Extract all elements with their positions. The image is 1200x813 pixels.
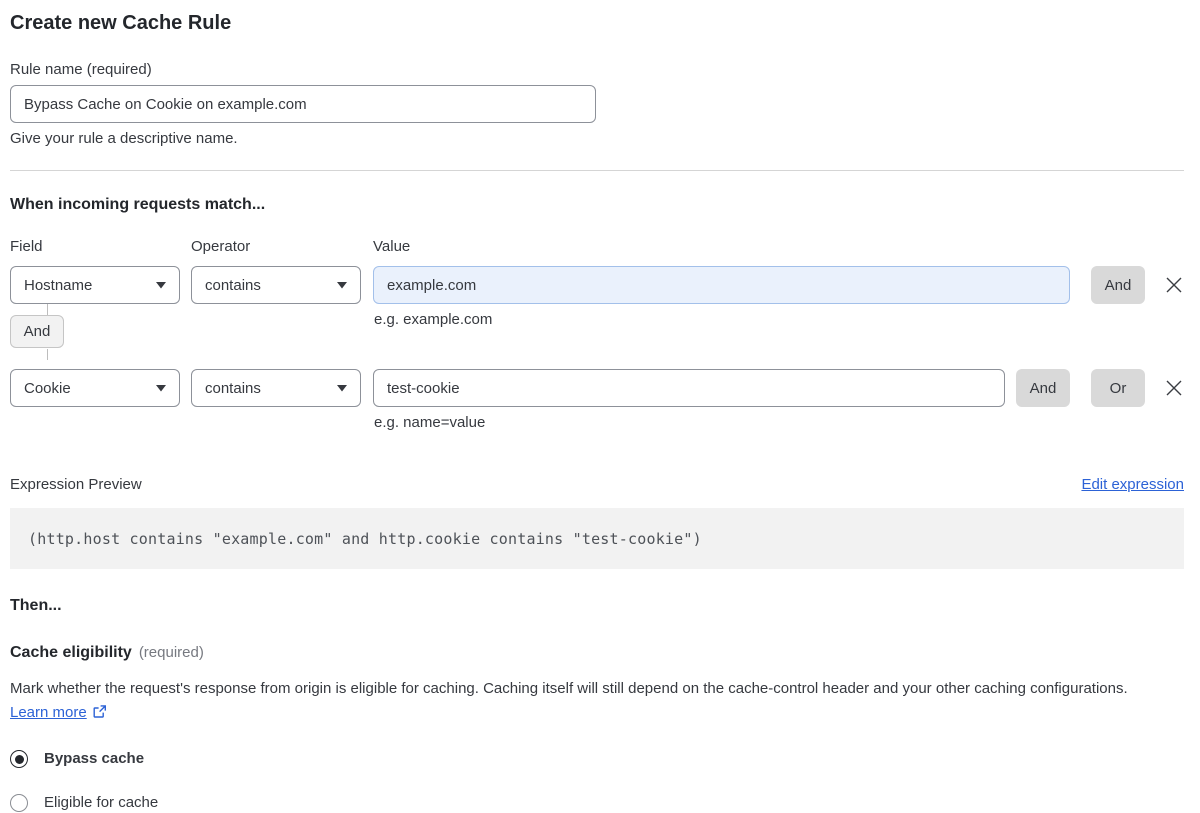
match-heading: When incoming requests match... [10, 196, 266, 213]
operator-select-value: contains [205, 379, 261, 397]
required-note: (required) [138, 644, 204, 661]
column-label-field: Field [10, 238, 43, 255]
chevron-down-icon [156, 384, 166, 391]
and-button[interactable]: And [1091, 266, 1145, 304]
rule-name-label: Rule name (required) [10, 61, 152, 78]
cache-eligibility-description-text: Mark whether the request's response from… [10, 680, 1128, 697]
value-hint: e.g. example.com [374, 311, 493, 328]
page-title: Create new Cache Rule [10, 12, 232, 34]
create-cache-rule-form: Create new Cache Rule Rule name (require… [10, 10, 1184, 813]
condition-row: Cookie contains And Or [10, 369, 1184, 407]
condition-connector-band: And e.g. example.com [10, 304, 1184, 360]
cache-eligibility-header: Cache eligibility (required) [10, 642, 1184, 663]
rule-name-input[interactable] [10, 85, 596, 123]
field-select-value: Cookie [24, 379, 71, 397]
and-connector-button[interactable]: And [10, 315, 64, 348]
then-heading: Then... [10, 597, 62, 614]
column-label-value: Value [373, 238, 411, 255]
remove-condition-button[interactable] [1164, 378, 1184, 398]
field-select[interactable]: Hostname [10, 266, 180, 304]
field-select-value: Hostname [24, 276, 93, 294]
edit-expression-link[interactable]: Edit expression [1081, 475, 1184, 495]
operator-select[interactable]: contains [191, 369, 361, 407]
external-link-icon [92, 703, 107, 727]
condition-column-labels: Field Operator Value [10, 237, 1184, 257]
condition-row: Hostname contains And [10, 266, 1184, 304]
or-button[interactable]: Or [1091, 369, 1145, 407]
and-button[interactable]: And [1016, 369, 1070, 407]
radio-button-icon[interactable] [10, 794, 28, 812]
radio-option-eligible-for-cache[interactable]: Eligible for cache [10, 793, 1184, 813]
value-input[interactable] [373, 266, 1070, 304]
expression-preview-label: Expression Preview [10, 476, 142, 493]
section-divider [10, 170, 1184, 171]
rule-name-help: Give your rule a descriptive name. [10, 130, 238, 147]
radio-label: Bypass cache [44, 750, 145, 767]
value-input[interactable] [373, 369, 1005, 407]
value-hint: e.g. name=value [374, 414, 486, 431]
expression-preview-header: Expression Preview Edit expression [10, 475, 1184, 495]
learn-more-link[interactable]: Learn more [10, 704, 87, 721]
remove-condition-button[interactable] [1164, 275, 1184, 295]
chevron-down-icon [337, 384, 347, 391]
connector-line [47, 349, 48, 360]
field-select[interactable]: Cookie [10, 369, 180, 407]
chevron-down-icon [156, 281, 166, 288]
radio-label: Eligible for cache [44, 794, 159, 811]
radio-option-bypass-cache[interactable]: Bypass cache [10, 749, 1184, 769]
cache-eligibility-heading: Cache eligibility [10, 644, 132, 661]
operator-select-value: contains [205, 276, 261, 294]
connector-line [47, 304, 48, 315]
operator-select[interactable]: contains [191, 266, 361, 304]
expression-code: (http.host contains "example.com" and ht… [10, 508, 1184, 569]
chevron-down-icon [337, 281, 347, 288]
close-icon [1166, 380, 1182, 396]
column-label-operator: Operator [191, 238, 251, 255]
cache-eligibility-description: Mark whether the request's response from… [10, 677, 1165, 727]
close-icon [1166, 277, 1182, 293]
radio-button-icon[interactable] [10, 750, 28, 768]
expression-code-text: (http.host contains "example.com" and ht… [28, 529, 702, 548]
